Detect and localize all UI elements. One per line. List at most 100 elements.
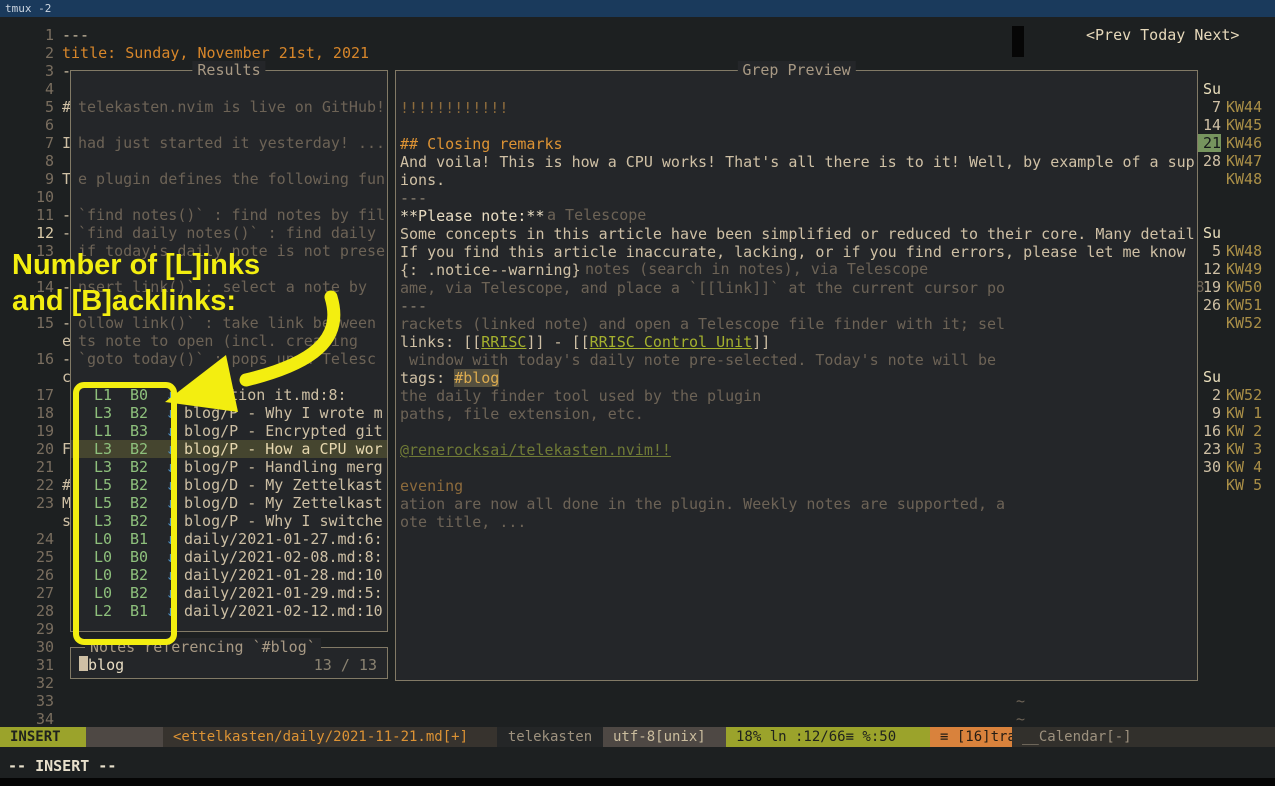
buffer-bleed-text: had just started it yesterday! ...	[78, 134, 385, 152]
tmux-titlebar: tmux -2	[0, 0, 1275, 17]
filename: <ettelkasten/daily/2021-11-21.md[+]	[163, 727, 497, 747]
down-arrow-icon: ↓	[166, 476, 175, 494]
buffer-bleed-text: nsert link()` : select a note by	[78, 278, 367, 296]
preview-line: the daily finder tool used by the plugin	[400, 386, 761, 405]
backlinks-count: B2	[130, 494, 148, 512]
links-count: L0	[94, 530, 112, 548]
results-item[interactable]: L3B2↓blog/P - Why I switche	[71, 512, 387, 530]
results-item[interactable]: L1B0↓i mention it.md:8:	[71, 386, 387, 404]
preview-text: notes (search in notes), via Telescope	[585, 260, 928, 278]
results-item[interactable]: L0B2↓daily/2021-01-29.md:5:	[71, 584, 387, 602]
note-title: blog/D - My Zettelkast	[184, 494, 383, 512]
results-item[interactable]: L3 B2 ↓ blog/P - Handling merg	[71, 458, 387, 476]
plugin-name: telekasten	[497, 727, 603, 747]
buffer-indicator: ≡ [16]tra…	[930, 727, 1012, 747]
preview-line: ation are now all done in the plugin. We…	[400, 494, 1005, 513]
buffer-bleed-text: if today's daily note is not prese	[78, 242, 385, 260]
mode-indicator: INSERT	[0, 727, 86, 747]
note-title: daily/2021-01-28.md:10	[184, 566, 383, 584]
note-title: daily/2021-02-08.md:8:	[184, 548, 383, 566]
preview-line: If you find this article inaccurate, lac…	[400, 242, 1186, 261]
preview-text: If you find this article inaccurate, lac…	[400, 243, 1186, 261]
preview-text: ]] - [[	[526, 333, 589, 351]
encoding-indicator: utf-8[unix]	[603, 727, 726, 747]
preview-line: @renerocksai/telekasten.nvim!!	[400, 440, 671, 459]
preview-text: tags:	[400, 369, 454, 387]
preview-line: paths, file extension, etc.	[400, 404, 644, 423]
calendar-statusline: __Calendar[-]	[1012, 727, 1275, 747]
note-title: blog/P - Why I wrote m	[184, 404, 383, 422]
backlinks-count: B2	[130, 512, 148, 530]
backlinks-count: B2	[130, 404, 148, 422]
preview-line: !!!!!!!!!!!!	[400, 98, 508, 117]
buffer-bleed-text: `find daily notes()` : find daily	[78, 224, 376, 242]
floating-window-content-layer: telekasten.nvim is live on GitHub! had ju…	[0, 0, 1275, 786]
note-title: blog/P - Handling merg	[184, 458, 383, 476]
backlinks-count: B2	[130, 476, 148, 494]
results-item[interactable]: L3B2↓blog/P - How a CPU wor	[71, 440, 387, 458]
results-item[interactable]: L3 B2 ↓ blog/P - Why I wrote m	[71, 404, 387, 422]
links-count: L1	[94, 386, 112, 404]
buffer-bleed-text: telekasten.nvim is live on GitHub!	[78, 98, 385, 116]
preview-text: !!!!!!!!!!!!	[400, 99, 508, 117]
backlinks-count: B2	[130, 458, 148, 476]
results-item[interactable]: L5B2↓blog/D - My Zettelkast	[71, 494, 387, 512]
statusline: INSERT main! <ettelkasten/daily/2021-11-…	[0, 727, 1275, 747]
screen-bottom-strip	[0, 778, 1275, 786]
links-count: L0	[94, 566, 112, 584]
preview-text: ions.	[400, 171, 445, 189]
preview-text: window with today's daily note pre-selec…	[409, 351, 996, 369]
backlinks-count: B1	[130, 530, 148, 548]
preview-text: a Telescope	[547, 206, 646, 224]
preview-text: Some concepts in this article have been …	[400, 225, 1195, 243]
buffer-bleed-text: e plugin defines the following fun	[78, 170, 385, 188]
preview-line: rackets (linked note) and open a Telesco…	[400, 314, 1005, 333]
down-arrow-icon: ↓	[166, 512, 175, 530]
preview-line: ## Closing remarks	[400, 134, 563, 153]
note-link[interactable]: RRISC	[481, 333, 526, 351]
preview-text: rackets (linked note) and open a Telesco…	[400, 315, 1005, 333]
buffer-bleed-text: `find notes()` : find notes by fil	[78, 206, 385, 224]
results-item[interactable]: L0 B2 ↓ daily/2021-01-28.md:10	[71, 566, 387, 584]
note-title: blog/D - My Zettelkast	[184, 476, 383, 494]
preview-line: {: .notice--warning}	[400, 260, 581, 279]
results-item[interactable]: L1B3↓blog/P - Encrypted git	[71, 422, 387, 440]
down-arrow-icon: ↓	[166, 404, 175, 422]
preview-line: ote title, ...	[400, 512, 526, 531]
note-title: daily/2021-02-12.md:10	[184, 602, 383, 620]
preview-line: links: [[RRISC]] - [[RRISC Control Unit]…	[400, 332, 770, 351]
buffer-bleed-text: ollow link()` : take link between	[78, 314, 376, 332]
links-count: L3	[94, 440, 112, 458]
down-arrow-icon: ↓	[166, 530, 175, 548]
links-count: L3	[94, 404, 112, 422]
note-title: daily/2021-01-27.md:6:	[184, 530, 383, 548]
backlinks-count: B1	[130, 602, 148, 620]
note-title: blog/P - Encrypted git	[184, 422, 383, 440]
results-item[interactable]: L2B1↓daily/2021-02-12.md:10	[71, 602, 387, 620]
links-count: L2	[94, 602, 112, 620]
tag-chip: #blog	[454, 369, 499, 387]
note-link[interactable]: RRISC Control Unit	[590, 333, 753, 351]
preview-text: {: .notice--warning}	[400, 261, 581, 279]
down-arrow-icon: ↓	[166, 566, 175, 584]
links-count: L3	[94, 458, 112, 476]
git-branch: main!	[86, 727, 163, 747]
preview-line: **Please note:**	[400, 206, 545, 225]
results-item[interactable]: L0B0↓daily/2021-02-08.md:8:	[71, 548, 387, 566]
preview-line: window with today's daily note pre-selec…	[409, 350, 996, 369]
preview-line: And voila! This is how a CPU works! That…	[400, 152, 1195, 171]
backlinks-count: B0	[130, 386, 148, 404]
down-arrow-icon: ↓	[166, 548, 175, 566]
links-count: L0	[94, 548, 112, 566]
down-arrow-icon: ↓	[166, 458, 175, 476]
buffer-bleed-text: ts note to open (incl. creating	[78, 332, 358, 350]
note-title: i mention it.md:8:	[184, 386, 347, 404]
results-item[interactable]: L0 B1 ↓ daily/2021-01-27.md:6:	[71, 530, 387, 548]
links-count: L5	[94, 476, 112, 494]
note-title: blog/P - How a CPU wor	[184, 440, 383, 458]
results-item[interactable]: L5 B2 ↓ blog/D - My Zettelkast	[71, 476, 387, 494]
down-arrow-icon: ↓	[166, 422, 175, 440]
backlinks-count: B3	[130, 422, 148, 440]
backlinks-count: B2	[130, 566, 148, 584]
backlinks-count: B2	[130, 584, 148, 602]
